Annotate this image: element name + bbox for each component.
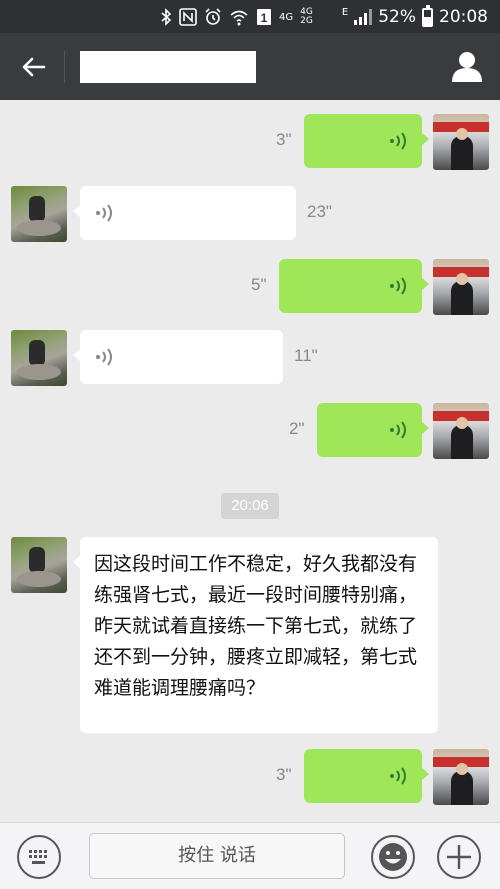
voice-duration: 3" [276,765,292,784]
voice-bubble[interactable] [73,186,296,240]
keyboard-toggle-button[interactable] [17,835,61,879]
network-type-2: 4G 2G [300,7,313,26]
plus-icon [447,845,471,869]
message-timestamp: 20:06 [221,493,279,519]
text-message-incoming[interactable]: 因这段时间工作不稳定，好久我都没有练强肾七式，最近一段时间腰特别痛，昨天就试着直… [73,537,438,733]
battery-percent: 52% [378,7,416,27]
signal-letter: E [341,6,349,18]
message-voice-outgoing[interactable]: 3" [0,749,500,805]
voice-bubble[interactable] [317,403,429,457]
title-divider [64,51,65,83]
voice-bubble[interactable] [304,114,429,168]
voice-playback-icon [390,277,406,295]
voice-duration: 23" [307,202,332,221]
status-bar: 1 4G 4G 2G E 52% 20:08 [0,0,500,33]
title-bar [0,33,500,100]
voice-playback-icon [96,348,112,366]
voice-bubble[interactable] [73,330,283,384]
alarm-icon [205,8,221,25]
nfc-icon [179,8,197,26]
keyboard-icon [29,850,47,864]
chat-title [80,51,256,83]
voice-playback-icon [96,204,112,222]
voice-duration: 2" [289,419,305,438]
voice-playback-icon [390,132,406,150]
contact-avatar[interactable] [11,330,67,386]
my-avatar[interactable] [433,749,489,805]
back-arrow-icon[interactable] [18,51,50,83]
signal-icon [354,9,373,25]
more-options-button[interactable] [437,835,481,879]
wifi-icon [230,10,248,26]
contact-avatar[interactable] [11,537,67,593]
voice-duration: 11" [294,346,318,365]
bluetooth-icon [161,8,172,26]
input-bar: 按住 说话 [0,822,500,889]
voice-duration: 5" [251,275,267,294]
emoji-icon [379,843,407,871]
message-voice-outgoing[interactable]: 3" [0,114,500,170]
message-voice-outgoing[interactable]: 2" [0,403,500,459]
hold-to-talk-button[interactable]: 按住 说话 [89,833,345,879]
status-icons: 1 4G 4G 2G [160,6,318,28]
voice-playback-icon [390,421,406,439]
contact-profile-icon[interactable] [450,49,484,83]
battery-icon [422,4,433,27]
my-avatar[interactable] [433,259,489,315]
network-type: 4G [279,11,294,23]
emoji-button[interactable] [371,835,415,879]
message-voice-outgoing[interactable]: 5" [0,259,500,315]
voice-duration: 3" [276,130,292,149]
voice-bubble[interactable] [304,749,429,803]
voice-playback-icon [390,767,406,785]
clock: 20:08 [439,7,488,27]
my-avatar[interactable] [433,403,489,459]
sim-icon: 1 [257,9,271,25]
status-right: E 52% 20:08 [342,4,488,30]
message-voice-incoming[interactable]: 11" [0,330,500,386]
svg-text:1: 1 [261,11,268,25]
message-voice-incoming[interactable]: 23" [0,186,500,242]
contact-avatar[interactable] [11,186,67,242]
voice-bubble[interactable] [279,259,429,313]
my-avatar[interactable] [433,114,489,170]
